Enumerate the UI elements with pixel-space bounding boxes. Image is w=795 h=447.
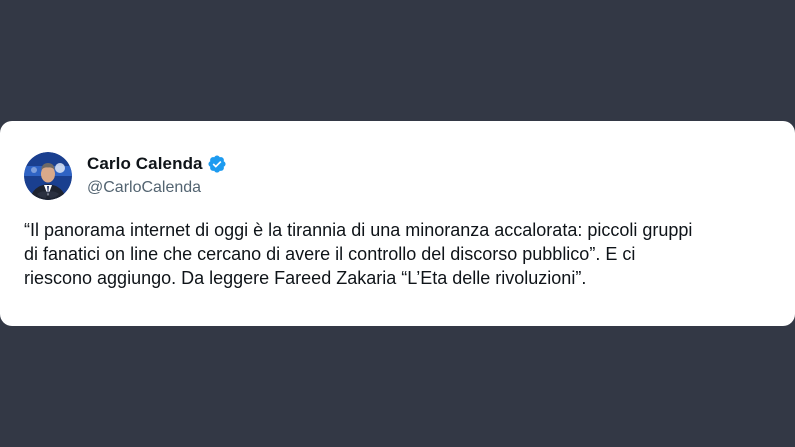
author-handle[interactable]: @CarloCalenda (87, 179, 201, 197)
tweet-card: Carlo Calenda @CarloCalenda “Il panorama… (0, 121, 795, 326)
tweet-text-line: “Il panorama internet di oggi è la tiran… (24, 220, 693, 240)
avatar-image (24, 152, 72, 200)
author-display-name[interactable]: Carlo Calenda (87, 154, 203, 174)
tweet-text-line: di fanatici on line che cercano di avere… (24, 244, 636, 264)
author-name-row: Carlo Calenda (87, 152, 227, 176)
tweet-text-line: riescono aggiungo. Da leggere Fareed Zak… (24, 268, 587, 288)
verified-badge-icon (207, 154, 227, 174)
tweet-text: “Il panorama internet di oggi è la tiran… (24, 218, 784, 290)
author-avatar[interactable] (24, 152, 72, 200)
